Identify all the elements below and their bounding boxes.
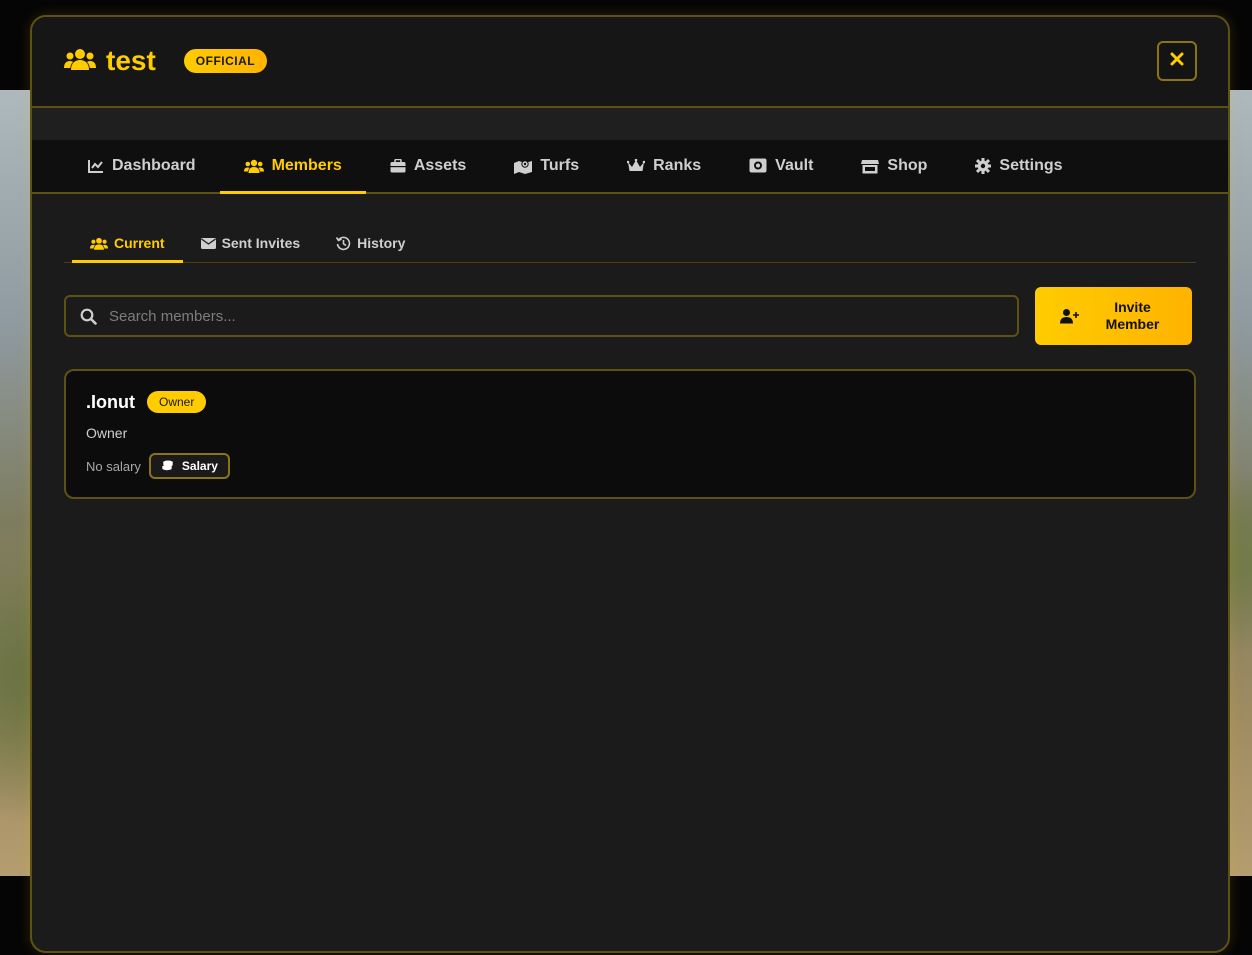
tab-vault[interactable]: Vault [725,140,837,192]
store-icon [861,159,880,174]
organization-panel: test OFFICIAL Dashboard Members Assets T… [30,15,1230,953]
tab-label: Dashboard [112,157,196,174]
invite-label-line2: Member [1105,316,1160,332]
briefcase-icon [390,159,406,173]
tab-label: Members [271,157,342,174]
map-icon [514,159,533,174]
envelope-icon [200,237,216,249]
member-subtabs: Current Sent Invites History [64,224,1196,263]
users-icon [243,159,264,173]
subtab-current[interactable]: Current [72,224,183,263]
page-title: test [106,45,156,76]
title-group: test OFFICIAL [64,45,268,77]
main-tabs: Dashboard Members Assets Turfs Ranks Vau… [32,140,1228,194]
tab-settings[interactable]: Settings [951,140,1086,192]
member-salary-row: No salary Salary [86,453,1174,479]
invite-label: Invite Member [1098,299,1168,333]
tab-label: Assets [413,157,467,174]
member-rank: Owner [86,425,128,441]
tab-label: Vault [775,157,814,174]
official-badge: OFFICIAL [183,49,268,73]
tab-label: Settings [999,157,1063,174]
member-header: .Ionut Owner [86,391,1174,413]
salary-button[interactable]: Salary [148,453,230,479]
salary-status: No salary [86,458,141,474]
users-icon [64,45,96,77]
crown-icon [627,159,646,173]
invite-member-button[interactable]: Invite Member [1035,287,1192,345]
members-content: Current Sent Invites History Search memb… [32,224,1228,499]
tab-label: Shop [887,157,928,174]
subtab-label: Current [114,235,165,251]
search-box [64,295,1019,337]
member-card: .Ionut Owner Owner No salary Salary [64,369,1196,499]
close-button[interactable] [1157,41,1197,81]
subtab-history[interactable]: History [318,224,423,262]
tab-dashboard[interactable]: Dashboard [64,140,220,192]
user-plus-icon [1059,308,1080,324]
panel-header: test OFFICIAL [32,17,1228,108]
vault-icon [749,158,767,174]
tab-turfs[interactable]: Turfs [490,140,603,192]
close-icon [1170,52,1184,71]
search-input[interactable] [107,306,971,326]
chart-line-icon [88,159,104,173]
search-row: Invite Member [64,287,1196,345]
history-icon [336,236,351,251]
search-icon [80,308,97,325]
users-icon [90,237,108,250]
gear-icon [975,158,992,174]
tab-label: Turfs [540,157,580,174]
tab-assets[interactable]: Assets [366,140,490,192]
salary-button-label: Salary [181,459,218,473]
tab-members[interactable]: Members [219,140,367,194]
tab-ranks[interactable]: Ranks [603,140,725,192]
tab-label: Ranks [653,157,702,174]
coins-icon [161,460,174,472]
tab-shop[interactable]: Shop [837,140,951,192]
subtab-sent-invites[interactable]: Sent Invites [183,224,319,262]
owner-badge: Owner [146,391,207,413]
subtab-label: History [357,235,406,251]
invite-label-line1: Invite [1114,299,1151,315]
member-name: .Ionut [86,391,135,412]
subtab-label: Sent Invites [221,235,301,251]
header-band [32,108,1228,140]
